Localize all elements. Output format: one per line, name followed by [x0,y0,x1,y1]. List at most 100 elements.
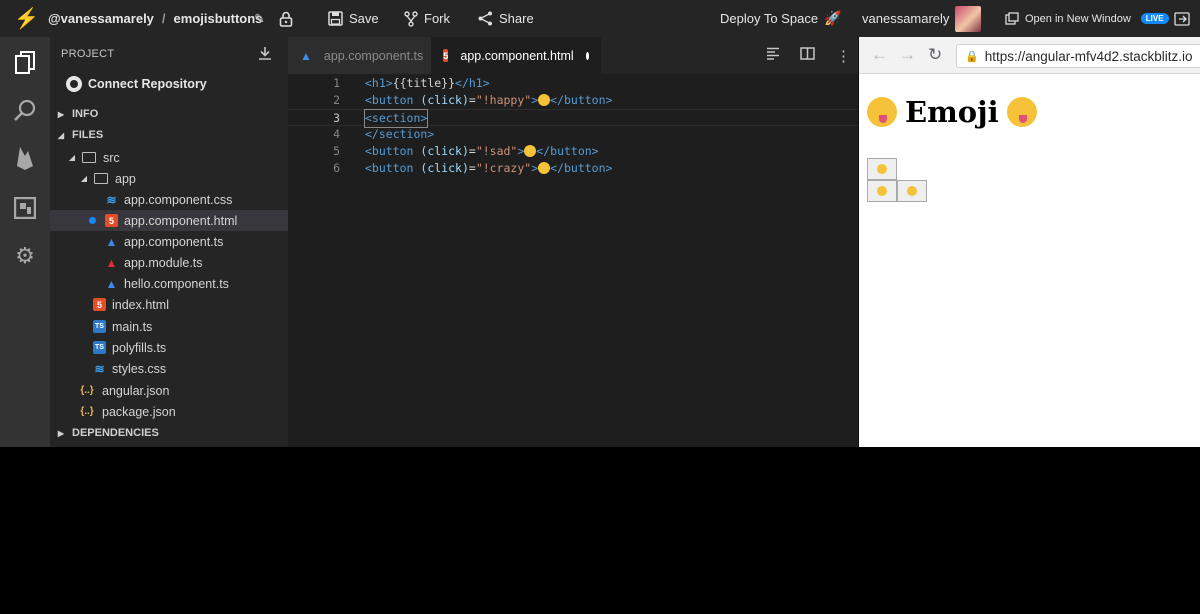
code-token: <h1> [365,76,393,90]
tree-item-label: package.json [102,404,176,419]
preview-heading-text: Emoji [905,95,999,129]
code-token: = [468,161,476,175]
more-options-icon[interactable]: ⋮ [836,47,851,65]
modified-indicator-icon [89,217,96,224]
tree-item-label: angular.json [102,383,170,398]
code-token: </button> [550,93,613,107]
deploy-button[interactable]: Deploy To Space 🚀 [720,0,841,37]
code-token: "!crazy" [475,161,532,175]
line-number: 2 [333,93,340,107]
code-line-current[interactable]: 3 <section> [288,109,858,128]
open-new-window-button[interactable]: Open in New Window LIVE [1005,0,1169,37]
connect-repository-button[interactable]: Connect Repository [66,74,207,94]
tree-item-package-json[interactable]: {..} package.json [50,401,288,422]
save-button[interactable]: Save [328,0,379,37]
project-name[interactable]: emojisbuttons [174,11,263,26]
fork-label: Fork [424,11,450,26]
tree-item-app-component-css[interactable]: ≋ app.component.css [50,189,288,210]
avatar [955,5,982,32]
lock-icon[interactable] [279,0,293,37]
tree-item-app-component-html[interactable]: 5 app.component.html [50,210,288,231]
share-icon [478,11,492,26]
tree-item-styles-css[interactable]: ≋ styles.css [50,358,288,379]
tree-item-label: src [103,150,120,165]
preview-url-text: https://angular-mfv4d2.stackblitz.io [984,48,1193,64]
css-file-icon: ≋ [106,192,117,207]
sad-emoji-button[interactable] [867,180,897,202]
folder-icon [82,152,96,163]
happy-emoji-button[interactable] [867,158,897,180]
tree-item-polyfills-ts[interactable]: TS polyfills.ts [50,337,288,358]
tree-item-main-ts[interactable]: TS main.ts [50,316,288,337]
json-file-icon: {..} [80,406,94,417]
html-file-icon: 5 [93,298,106,311]
code-token: (click) [420,161,469,175]
tree-item-src[interactable]: ◢ src [50,147,288,168]
format-code-icon[interactable] [766,47,780,64]
download-icon[interactable] [258,46,272,63]
tree-item-hello-component-ts[interactable]: ▲ hello.component.ts [50,273,288,294]
username: vanessamarely [862,11,950,26]
code-token: "!happy" [475,93,532,107]
code-line[interactable]: 6 <button (click)="!crazy"> </button> [288,160,858,177]
activity-bar: ⚙ [0,37,50,447]
tree-item-label: app.component.css [124,192,233,207]
tree-item-index-html[interactable]: 5 index.html [50,294,288,315]
happy-emoji-icon [877,164,887,174]
crazy-emoji-button[interactable] [897,180,927,202]
folder-icon [94,173,108,184]
tree-item-angular-json[interactable]: {..} angular.json [50,380,288,401]
user-menu[interactable]: vanessamarely [862,0,982,37]
share-button[interactable]: Share [478,0,534,37]
line-number: 1 [333,76,340,90]
tab-app-component-ts[interactable]: ▲ app.component.ts [288,37,431,74]
code-line[interactable]: 1 <h1>{{title}}</h1> [288,75,858,92]
tab-label: app.component.ts [323,48,424,63]
settings-gear-icon[interactable]: ⚙ [12,243,38,269]
info-section-label: INFO [72,108,99,120]
files-icon[interactable] [12,50,38,76]
files-section-header[interactable]: ◢ FILES [50,125,288,145]
top-bar: ⚡ @vanessamarely / emojisbuttons ✎ Save … [0,0,1200,37]
angular-module-icon: ▲ [105,255,118,270]
info-section-header[interactable]: ▶ INFO [50,104,288,124]
code-content: <button (click)="!sad"> </button> [365,143,599,160]
tree-item-app-component-ts[interactable]: ▲ app.component.ts [50,231,288,252]
tree-item-app[interactable]: ◢ app [50,168,288,189]
share-label: Share [499,11,534,26]
files-section-label: FILES [72,129,104,141]
html-file-icon: 5 [105,214,118,227]
code-line[interactable]: 2 <button (click)="!happy"> </button> [288,92,858,109]
stackblitz-logo-icon[interactable]: ⚡ [14,0,39,37]
code-token: > [517,144,525,158]
exit-preview-icon[interactable] [1174,0,1190,37]
search-icon[interactable] [12,97,38,123]
secure-lock-icon: 🔒 [965,50,979,63]
angular-file-icon: ▲ [300,48,312,63]
code-token: </h1> [455,76,490,90]
fork-button[interactable]: Fork [404,0,450,37]
chevron-down-icon: ◢ [80,174,88,183]
dependencies-section-header[interactable]: ▶ DEPENDENCIES [50,423,288,443]
code-line[interactable]: 4 </section> [288,126,858,143]
split-editor-icon[interactable] [800,47,815,64]
reload-icon[interactable]: ↻ [928,45,942,65]
code-editor: ▲ app.component.ts 5 app.component.html … [288,37,858,447]
code-token: <button [365,144,414,158]
user-handle-link[interactable]: @vanessamarely [48,11,154,26]
happy-emoji-icon [538,94,551,106]
code-line[interactable]: 5 <button (click)="!sad"> </button> [288,143,858,160]
tree-item-app-module-ts[interactable]: ▲ app.module.ts [50,252,288,273]
edit-pencil-icon[interactable]: ✎ [254,0,265,37]
github-icon [66,76,82,92]
extensions-icon[interactable] [12,195,38,221]
code-content: <section> [363,109,429,128]
chevron-down-icon: ◢ [57,130,65,140]
preview-url-field[interactable]: 🔒 https://angular-mfv4d2.stackblitz.io [956,44,1200,68]
tree-item-label: polyfills.ts [112,340,167,355]
tab-app-component-html[interactable]: 5 app.component.html [431,37,601,74]
back-arrow-icon[interactable]: ← [871,45,888,65]
forward-arrow-icon[interactable]: → [899,45,916,65]
firebase-icon[interactable] [12,145,38,171]
code-content: </section> [365,126,434,143]
